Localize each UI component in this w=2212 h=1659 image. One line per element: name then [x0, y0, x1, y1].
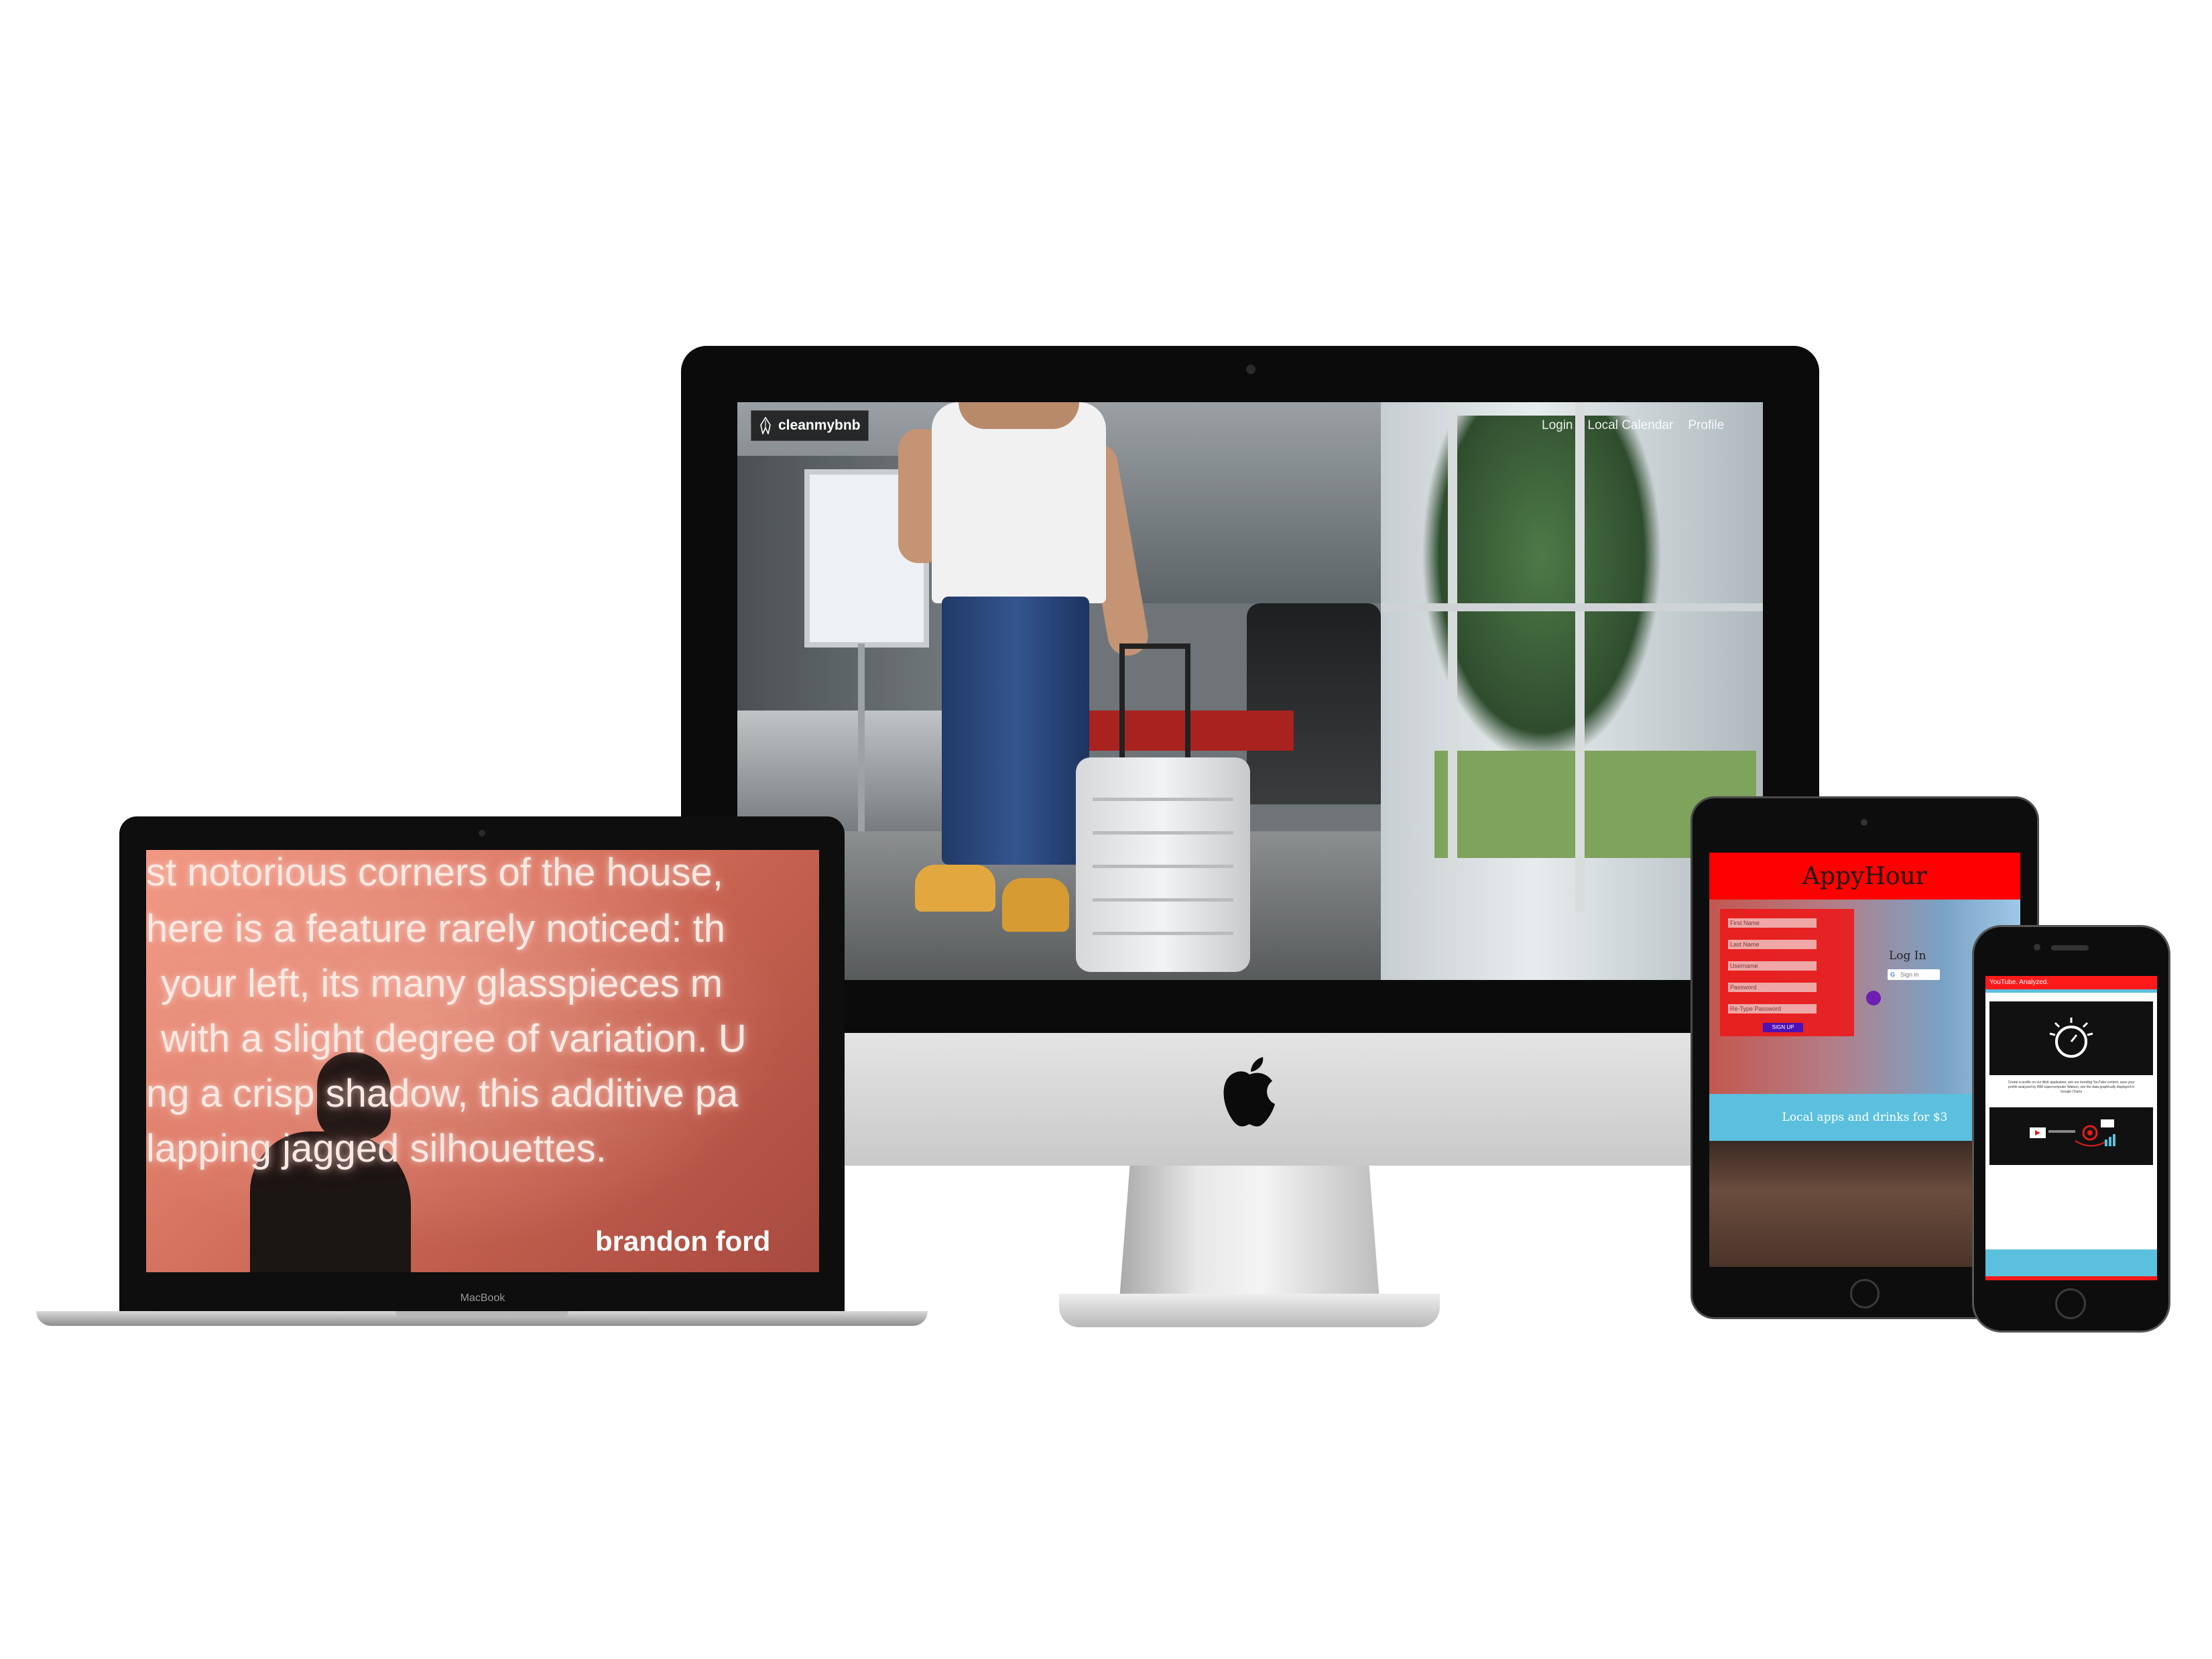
neon-line: st notorious corners of the house,: [146, 851, 723, 894]
imac-camera: [1246, 365, 1255, 374]
neon-line: your left, its many glasspieces m: [161, 962, 723, 1005]
google-icon: G: [1890, 971, 1896, 978]
suitcase-ridge: [1093, 865, 1233, 868]
ipad-home-button: [1850, 1279, 1880, 1308]
traveler-shirt: [932, 402, 1106, 603]
app-title-bar: YouTube. Analyzed.: [1985, 976, 2157, 989]
status-dot: [1866, 991, 1881, 1005]
station-trees: [1421, 416, 1662, 764]
iphone-home-button: [2055, 1288, 2086, 1319]
imac-stand-base: [1059, 1294, 1440, 1327]
signup-button[interactable]: SIGN UP: [1763, 1023, 1803, 1032]
traveler-jeans: [942, 597, 1089, 865]
ipad-camera: [1861, 819, 1867, 826]
stopwatch-icon: [2049, 1018, 2093, 1058]
imac-screen: [737, 402, 1763, 980]
tagline: Local apps and drinks for $3: [1782, 1111, 1948, 1124]
retype-password-field[interactable]: Re-Type Password: [1728, 1004, 1817, 1013]
macbook-notch: [395, 1311, 568, 1318]
traveler-shoe: [1002, 878, 1069, 932]
window-rail: [1381, 603, 1763, 611]
macbook-screen: st notorious corners of the house, here …: [146, 850, 819, 1272]
macbook-label: MacBook: [460, 1292, 505, 1304]
imac-stand: [1119, 1166, 1379, 1300]
iphone-speaker: [2051, 945, 2089, 950]
password-field[interactable]: Password: [1728, 983, 1817, 992]
login-heading: Log In: [1889, 949, 1926, 963]
apple-logo-icon: [1223, 1057, 1275, 1127]
suitcase-ridge: [1093, 798, 1233, 801]
brand-logo-link[interactable]: cleanmybnb: [751, 410, 869, 441]
suitcase-ridge: [1093, 932, 1233, 935]
imac-nav: Login Local Calendar Profile: [1542, 418, 1724, 433]
google-signin-button[interactable]: G Sign in: [1888, 969, 1940, 980]
google-signin-label: Sign in: [1900, 971, 1919, 978]
iphone-screen: YouTube. Analyzed. Create a profile on o…: [1985, 976, 2157, 1280]
nav-profile[interactable]: Profile: [1688, 418, 1724, 433]
author-signature: brandon ford: [595, 1225, 771, 1257]
suitcase-handle: [1119, 643, 1190, 770]
neon-line: lapping jagged silhouettes.: [146, 1127, 607, 1170]
station-escalator-right: [1247, 603, 1381, 804]
neon-line: ng a crisp shadow, this additive pa: [146, 1072, 739, 1115]
window-frame: [1575, 402, 1585, 912]
username-field[interactable]: Username: [1728, 961, 1817, 971]
nav-local-calendar[interactable]: Local Calendar: [1588, 418, 1674, 433]
neon-line: with a slight degree of variation. U: [161, 1017, 747, 1060]
first-name-field[interactable]: First Name: [1728, 918, 1817, 928]
nav-login[interactable]: Login: [1542, 418, 1573, 433]
footer-accent: [1985, 1276, 2157, 1280]
accent-strip: [1985, 989, 2157, 993]
hero-panel: [1989, 1001, 2153, 1075]
signup-form: First Name Last Name Username Password R…: [1720, 909, 1854, 1036]
macbook-camera: [479, 830, 485, 837]
sign-pole: [858, 643, 865, 831]
traveler-neck: [959, 402, 1079, 429]
app-title: AppyHour: [1709, 853, 2020, 900]
window-frame: [1448, 402, 1457, 871]
cleaning-logo-icon: [760, 417, 771, 434]
suitcase-ridge: [1093, 898, 1233, 902]
feature-panel: [1989, 1107, 2153, 1165]
suitcase-ridge: [1093, 831, 1233, 835]
brand-name: cleanmybnb: [778, 418, 861, 433]
traveler-shoe: [915, 865, 995, 912]
neon-line: here is a feature rarely noticed: th: [146, 907, 726, 950]
iphone-camera: [2034, 944, 2040, 950]
analytics-illustration-icon: [2030, 1119, 2115, 1147]
last-name-field[interactable]: Last Name: [1728, 940, 1817, 949]
footer-bar: [1985, 1249, 2157, 1276]
description: Create a profile on our Web application,…: [2008, 1081, 2135, 1094]
